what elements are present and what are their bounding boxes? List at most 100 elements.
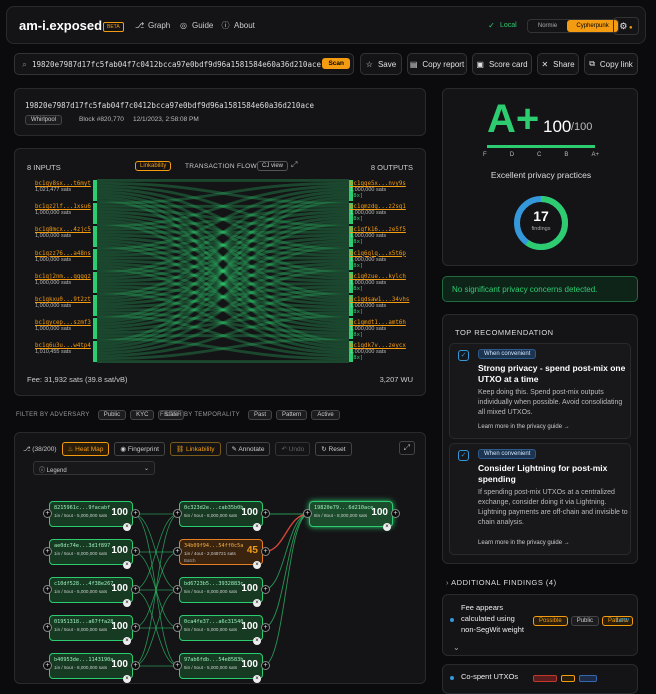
copy-report-button[interactable]: ▤ Copy report — [407, 53, 467, 75]
expand-right-icon[interactable]: + — [261, 585, 270, 594]
check-badge-icon: ✓ — [458, 450, 469, 461]
graph-node[interactable]: b40953de...1143190a 1in / 5out - 8,000,00… — [49, 653, 133, 679]
expand-right-icon[interactable]: + — [131, 623, 140, 632]
additional-findings-toggle[interactable]: › ADDITIONAL FINDINGS (4) — [446, 578, 557, 587]
search-input[interactable]: ⌕ 19820e7987d17fc5fab04f7c0412bcca97e0bd… — [14, 53, 354, 75]
txid[interactable]: 19820e7987d17fc5fab04f7c0412bcca97e0bdf9… — [25, 101, 314, 110]
remove-node-icon[interactable]: × — [383, 523, 391, 531]
graph-node[interactable]: ae0dc74e...3d1f897 1in / 5out - 8,000,000… — [49, 539, 133, 565]
network-indicator[interactable]: ✓ Local — [487, 21, 517, 30]
copy-link-button[interactable]: ⧉ Copy link — [584, 53, 638, 75]
expand-left-icon[interactable]: + — [173, 585, 182, 594]
flow-output[interactable]: bc1qdk7v...zeycx 1,000,000 sats [8x] — [350, 343, 418, 361]
node-meta: 5in / 5out - 8,000,000 sats — [184, 589, 238, 594]
guide-link[interactable]: Learn more in the privacy guide → — [478, 424, 570, 430]
expand-right-icon[interactable]: + — [131, 585, 140, 594]
expand-right-icon[interactable]: + — [131, 547, 140, 556]
remove-node-icon[interactable]: × — [253, 523, 261, 531]
graph-node[interactable]: 0c323d2e...cab35b0b 5in / 5out - 8,000,00… — [179, 501, 263, 527]
expand-right-icon[interactable]: + — [131, 509, 140, 518]
remove-node-icon[interactable]: × — [123, 675, 131, 683]
remove-node-icon[interactable]: × — [253, 561, 261, 569]
remove-node-icon[interactable]: × — [123, 561, 131, 569]
graph-node[interactable]: 0ca4fe37...a6c31540 5in / 5out - 5,000,00… — [179, 615, 263, 641]
settings-button[interactable]: ⚙ ● — [613, 17, 639, 35]
flow-output[interactable]: bc1q6qlq...x5t6p 1,000,000 sats [8x] — [350, 251, 418, 269]
remove-node-icon[interactable]: × — [253, 675, 261, 683]
flow-input[interactable]: bc1q8mcx...4zjc5 1,000,000 sats — [35, 227, 95, 239]
flow-output[interactable]: bc1qmdt1...amt6h 1,000,000 sats [8x] — [350, 320, 418, 338]
graph-node[interactable]: 97ab6fdb...54e8583b 5in / 5out - 5,000,00… — [179, 653, 263, 679]
flow-input[interactable]: bc1qkxu0...9t2zt 1,000,000 sats — [35, 297, 95, 309]
graph-node-center[interactable]: 19820e79...6d210ace 8in / 8out - 8,000,00… — [309, 501, 393, 527]
finding-card-1[interactable]: Fee appears calculated using non-SegWit … — [442, 594, 638, 656]
flow-input[interactable]: bc1qz2lf...1xsu6 1,000,000 sats — [35, 204, 95, 216]
flow-output[interactable]: bc1qfk16...ze5f5 1,000,000 sats [8x] — [350, 227, 418, 245]
expand-left-icon[interactable]: + — [173, 509, 182, 518]
score-max: /100 — [571, 121, 593, 133]
remove-node-icon[interactable]: × — [123, 637, 131, 645]
expand-right-icon[interactable]: + — [131, 661, 140, 670]
expand-left-icon[interactable]: + — [43, 661, 52, 670]
theme-normie[interactable]: Normie — [528, 20, 567, 32]
graph-node[interactable]: 8215961c...9facabf 1in / 5out - 5,000,000… — [49, 501, 133, 527]
remove-node-icon[interactable]: × — [123, 523, 131, 531]
expand-icon[interactable]: ⤢ — [291, 160, 297, 170]
expand-right-icon[interactable]: + — [261, 547, 270, 556]
graph-node[interactable]: bd6723b5...3932883c 5in / 5out - 8,000,00… — [179, 577, 263, 603]
graph-node[interactable]: 34b09f94...54ff0c5a 1in / 4out - 2,048721… — [179, 539, 263, 565]
score-card-button[interactable]: ▣ Score card — [472, 53, 532, 75]
filter-kyc[interactable]: KYC — [130, 410, 155, 420]
graph-node[interactable]: c10df528...4f38e267 1in / 5out - 5,000,00… — [49, 577, 133, 603]
flow-output[interactable]: bc1qdsaw1...34vhs 1,000,000 sats [8x] — [350, 297, 418, 315]
remove-node-icon[interactable]: × — [123, 599, 131, 607]
filter-past[interactable]: Past — [247, 410, 272, 420]
save-button[interactable]: ☆ Save — [360, 53, 402, 75]
flow-output[interactable]: bc1q0zue...kylch 1,000,000 sats [8x] — [350, 274, 418, 292]
share-button[interactable]: ✕ Share — [537, 53, 579, 75]
nav-guide[interactable]: ◎ Guide — [179, 21, 213, 30]
expand-right-icon[interactable]: + — [261, 661, 270, 670]
grade-scale-label: D — [509, 152, 515, 158]
flow-input[interactable]: bc1qy8sx...t6myt 1,021,477 sats — [35, 181, 95, 193]
flow-input[interactable]: bc1qycep...szmf3 1,000,000 sats — [35, 320, 95, 332]
remove-node-icon[interactable]: × — [253, 599, 261, 607]
flow-output[interactable]: bc1qmzdg...z2sg1 1,000,000 sats [8x] — [350, 204, 418, 222]
remove-node-icon[interactable]: × — [253, 637, 261, 645]
expand-left-icon[interactable]: + — [173, 623, 182, 632]
expand-left-icon[interactable]: + — [43, 547, 52, 556]
scan-button[interactable]: Scan — [322, 58, 350, 69]
finding-card-2[interactable]: Co-spent UTXOs — [442, 664, 638, 694]
expand-left-icon[interactable]: + — [43, 623, 52, 632]
star-icon: ☆ — [365, 59, 373, 69]
flow-output[interactable]: bc1qqe5x...nvy9s 1,000,000 sats [8x] — [350, 181, 418, 199]
cj-view-button[interactable]: CJ view — [257, 161, 289, 171]
chevron-down-icon[interactable]: ⌄ — [453, 643, 460, 652]
expand-left-icon[interactable]: + — [43, 585, 52, 594]
node-txid: 8215961c...9facabf — [54, 505, 111, 511]
filter-active[interactable]: Active — [311, 410, 340, 420]
flow-input[interactable]: bc1qj2nm...qqgqz 1,000,000 sats — [35, 274, 95, 286]
expand-right-icon[interactable]: + — [261, 623, 270, 632]
block-height[interactable]: Block #820,770 — [79, 116, 124, 123]
tag-chip — [561, 675, 575, 682]
flow-input[interactable]: bc1q6u3u...w4tp4 1,010,455 sats — [35, 343, 95, 355]
filter-pattern[interactable]: Pattern — [276, 410, 308, 420]
graph-node[interactable]: 01951318...a67ffa28 1in / 5out - 8,000,00… — [49, 615, 133, 641]
input-address[interactable]: bc1qj2nm...qqgqz — [35, 274, 95, 280]
filter-public[interactable]: Public — [97, 410, 127, 420]
linkability-toggle[interactable]: Linkability — [135, 161, 172, 171]
flow-input[interactable]: bc1qzz76...a48ns 1,000,000 sats — [35, 251, 95, 263]
nav-about[interactable]: ⓘ About — [221, 21, 255, 30]
input-address[interactable]: bc1qzz76...a48ns — [35, 251, 95, 257]
theme-cypherpunk[interactable]: Cypherpunk — [567, 20, 618, 32]
expand-right-icon[interactable]: + — [261, 509, 270, 518]
expand-left-icon[interactable]: + — [173, 547, 182, 556]
guide-link[interactable]: Learn more in the privacy guide → — [478, 540, 570, 546]
expand-left-icon[interactable]: + — [303, 509, 312, 518]
expand-left-icon[interactable]: + — [173, 661, 182, 670]
expand-left-icon[interactable]: + — [43, 509, 52, 518]
app-logo[interactable]: am-i.exposed — [19, 18, 102, 33]
expand-right-icon[interactable]: + — [391, 509, 400, 518]
nav-graph[interactable]: ⎇ Graph — [135, 21, 170, 30]
